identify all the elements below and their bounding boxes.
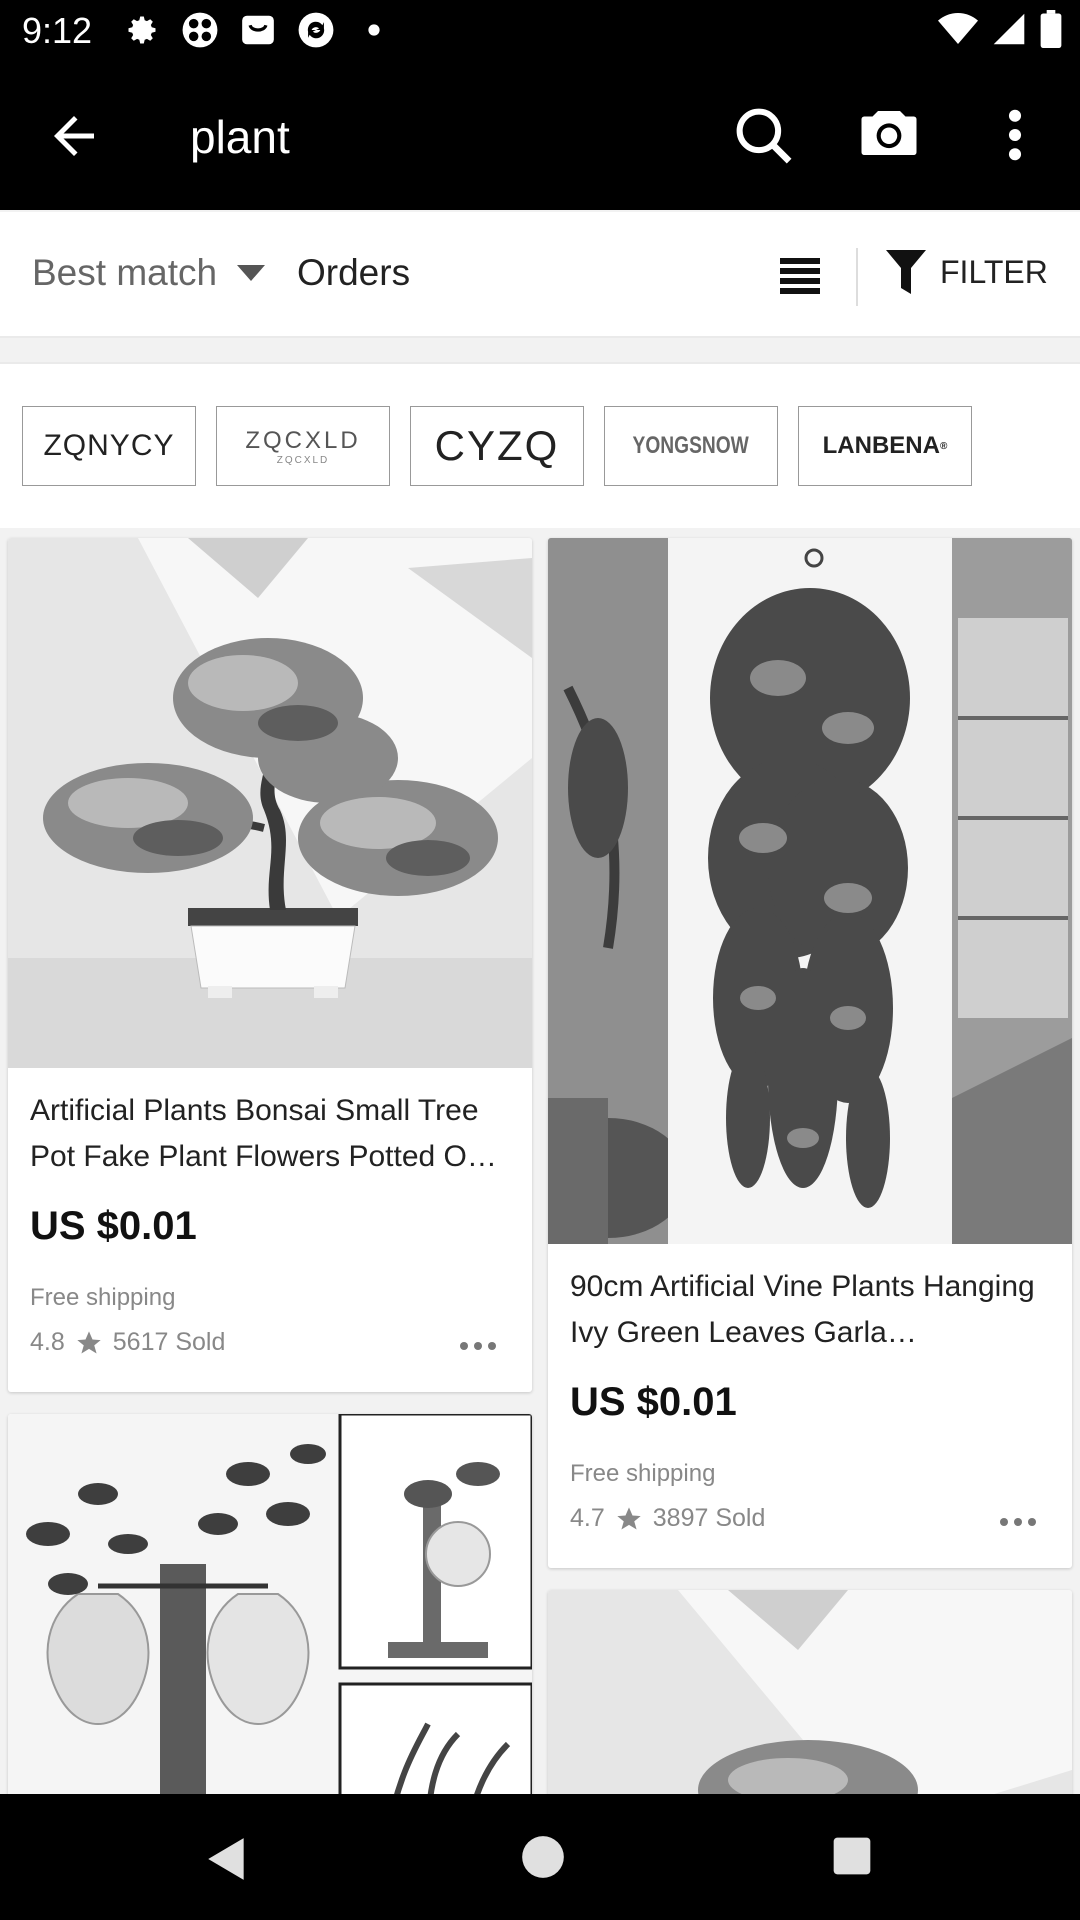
- best-match-dropdown[interactable]: Best match: [32, 252, 266, 294]
- battery-icon: [1040, 10, 1062, 53]
- product-image-bonsai: [8, 538, 532, 1068]
- camera-search-button[interactable]: [856, 100, 922, 166]
- product-image-vases: [8, 1414, 532, 1834]
- view-toggle-button[interactable]: [780, 256, 824, 296]
- more-options-button[interactable]: [990, 102, 1040, 168]
- search-toolbar: plant: [0, 62, 1080, 210]
- best-match-label: Best match: [32, 252, 218, 293]
- system-icons: [938, 10, 1062, 53]
- dropdown-arrow-icon: [237, 265, 266, 281]
- list-view-icon: [780, 258, 820, 294]
- signal-icon: [992, 11, 1026, 52]
- product-card[interactable]: Artificial Plants Bonsai Small Tree Pot …: [8, 538, 532, 1392]
- star-icon: [77, 1330, 101, 1353]
- settings-gear-icon: [122, 10, 162, 50]
- sort-bar: Best match Orders FILTER: [0, 212, 1080, 338]
- back-button[interactable]: [40, 106, 108, 166]
- arrow-back-icon: [54, 116, 94, 156]
- status-time: 9:12: [22, 10, 93, 51]
- notification-icons: [122, 10, 394, 50]
- product-card[interactable]: [8, 1414, 532, 1834]
- sold-count: 5617 Sold: [112, 1328, 226, 1356]
- status-bar: 9:12: [0, 0, 1080, 62]
- rating-value: 4.8: [30, 1328, 65, 1356]
- search-button[interactable]: [730, 102, 796, 168]
- nav-back-icon[interactable]: [202, 1834, 252, 1884]
- filter-button[interactable]: FILTER: [886, 250, 1048, 294]
- brand-cyzq[interactable]: CYZQ: [410, 406, 584, 486]
- shopping-bag-icon: [238, 10, 278, 50]
- more-dots-icon[interactable]: [998, 1514, 1038, 1530]
- shipping-info: Free shipping: [30, 1284, 176, 1311]
- rating-row: 4.7 3897 Sold: [570, 1504, 765, 1533]
- orders-sort-button[interactable]: Orders: [297, 252, 410, 294]
- sold-count: 3897 Sold: [652, 1504, 766, 1532]
- product-price: US $0.01: [570, 1380, 737, 1424]
- more-vert-icon: [1008, 109, 1022, 161]
- product-price: US $0.01: [30, 1204, 197, 1248]
- camera-icon: [861, 111, 917, 155]
- product-image-ivy: [548, 538, 1072, 1244]
- wifi-icon: [938, 11, 978, 52]
- brand-zqcxld[interactable]: ZQCXLD ZQCXLD: [216, 406, 390, 486]
- filter-icon: [886, 250, 926, 294]
- more-dots-icon[interactable]: [458, 1338, 498, 1354]
- product-card[interactable]: 90cm Artificial Vine Plants Hanging Ivy …: [548, 538, 1072, 1568]
- shipping-info: Free shipping: [570, 1460, 716, 1487]
- search-icon: [736, 108, 792, 164]
- rating-value: 4.7: [570, 1504, 605, 1532]
- product-title: Artificial Plants Bonsai Small Tree Pot …: [30, 1094, 497, 1173]
- brand-row: ZQNYCY ZQCXLD ZQCXLD CYZQ YONGSNOW LANBE…: [0, 362, 1080, 528]
- rating-row: 4.8 5617 Sold: [30, 1328, 225, 1357]
- star-icon: [617, 1506, 641, 1529]
- sync-app-icon: [296, 10, 336, 50]
- brand-yongsnow[interactable]: YONGSNOW: [604, 406, 778, 486]
- nav-recents-icon[interactable]: [830, 1834, 874, 1878]
- brand-zqnycy[interactable]: ZQNYCY: [22, 406, 196, 486]
- navigation-bar: [0, 1794, 1080, 1920]
- sort-divider: [856, 248, 858, 306]
- app-grid-icon: [180, 10, 220, 50]
- nav-home-icon[interactable]: [518, 1832, 568, 1882]
- dot-icon: [354, 10, 394, 50]
- filter-label: FILTER: [940, 253, 1048, 290]
- brand-lanbena[interactable]: LANBENA ®: [798, 406, 972, 486]
- product-title: 90cm Artificial Vine Plants Hanging Ivy …: [570, 1270, 1035, 1349]
- search-query-text[interactable]: plant: [190, 110, 290, 164]
